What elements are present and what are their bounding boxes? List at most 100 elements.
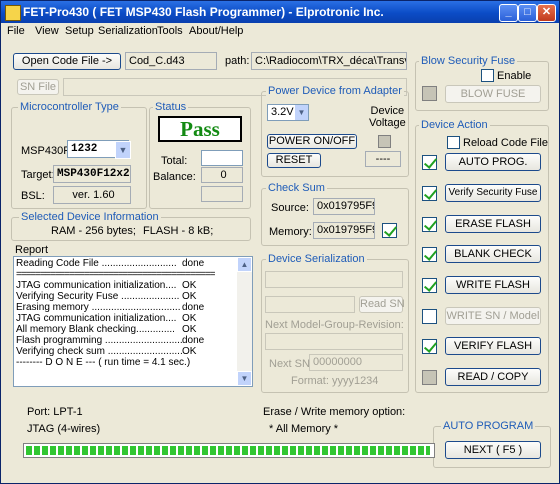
next-sn-field: 00000000: [309, 354, 403, 371]
microcontroller-group-title: Microcontroller Type: [18, 101, 121, 113]
verify-security-fuse-button[interactable]: Verify Security Fuse: [445, 184, 541, 202]
report-line-result: OK: [182, 280, 197, 291]
write-sn-model-checkbox[interactable]: [422, 309, 437, 324]
minimize-button[interactable]: _: [499, 4, 518, 22]
enable-fuse-checkbox[interactable]: [481, 69, 494, 82]
blank-check-checkbox[interactable]: [422, 247, 437, 262]
title-bar[interactable]: FET-Pro430 ( FET MSP430 Flash Programmer…: [1, 1, 559, 23]
progress-bar-fill: [26, 446, 430, 455]
power-group-title: Power Device from Adapter: [266, 85, 404, 97]
erase-option-value: * All Memory *: [269, 423, 339, 435]
maximize-button[interactable]: □: [518, 4, 537, 22]
report-title: Report: [15, 244, 49, 256]
report-line: Verifying check sum ....................…: [16, 346, 183, 357]
serialization-group-title: Device Serialization: [266, 253, 367, 265]
menu-setup[interactable]: Setup: [65, 25, 94, 37]
menu-bar: File View Setup Serialization Tools Abou…: [1, 23, 559, 41]
reset-button[interactable]: RESET: [267, 153, 321, 168]
report-line: JTAG communication initialization....: [16, 313, 177, 324]
scroll-down-icon[interactable]: ▼: [237, 371, 252, 386]
menu-serialization[interactable]: Serialization: [98, 25, 158, 37]
verify-flash-button[interactable]: VERIFY FLASH: [445, 337, 541, 355]
blow-fuse-group-title: Blow Security Fuse: [419, 55, 518, 67]
app-icon: [5, 5, 21, 21]
power-on-off-button[interactable]: POWER ON/OFF: [267, 134, 357, 149]
auto-prog-checkbox[interactable]: [422, 155, 437, 170]
checksum-memory-label: Memory:: [269, 226, 312, 238]
next-model-label: Next Model-Group-Revision:: [265, 319, 404, 331]
write-flash-checkbox[interactable]: [422, 278, 437, 293]
auto-prog-button[interactable]: AUTO PROG.: [445, 153, 541, 171]
total-label: Total:: [161, 155, 188, 167]
verify-security-fuse-checkbox[interactable]: [422, 186, 437, 201]
target-value: MSP430F12x2: [53, 165, 131, 183]
next-model-field: [265, 333, 403, 350]
menu-file[interactable]: File: [7, 25, 25, 37]
auto-program-title: AUTO PROGRAM: [441, 420, 536, 432]
bsl-value: ver. 1.60: [53, 186, 131, 204]
menu-about-help[interactable]: About/Help: [189, 25, 243, 37]
window-title: FET-Pro430 ( FET MSP430 Flash Programmer…: [23, 5, 384, 19]
serialization-field-2: [265, 296, 355, 313]
report-line: Reading Code File ......................…: [16, 258, 177, 269]
device-voltage-label: Device Voltage: [369, 105, 406, 129]
chevron-down-icon[interactable]: ▼: [115, 141, 131, 159]
report-line-result: OK: [182, 324, 197, 335]
erase-flash-button[interactable]: ERASE FLASH: [445, 215, 541, 233]
write-sn-model-button[interactable]: WRITE SN / Model: [445, 307, 541, 325]
report-line: Flash programming ......................…: [16, 335, 183, 346]
report-line-result: OK: [182, 291, 197, 302]
balance-label: Balance:: [153, 171, 196, 183]
reload-code-file-checkbox[interactable]: [447, 136, 460, 149]
write-flash-button[interactable]: WRITE FLASH: [445, 276, 541, 294]
open-code-file-button[interactable]: Open Code File ->: [13, 53, 121, 70]
verify-flash-checkbox[interactable]: [422, 339, 437, 354]
balance-value: 0: [201, 167, 243, 183]
report-line-result: OK: [182, 346, 197, 357]
report-line-result: done: [182, 302, 205, 313]
read-copy-checkbox[interactable]: [422, 370, 437, 385]
next-f5-button[interactable]: NEXT ( F5 ): [445, 441, 541, 459]
selected-device-title: Selected Device Information: [19, 211, 161, 223]
report-line: ========================================…: [16, 269, 215, 280]
blow-fuse-button[interactable]: BLOW FUSE: [445, 85, 541, 103]
blank-check-button[interactable]: BLANK CHECK: [445, 245, 541, 263]
device-voltage-value: ----: [365, 151, 401, 167]
checksum-source-value: 0x019795F9: [313, 198, 375, 215]
checksum-match-check-icon: [382, 223, 397, 238]
mcu-family-label: MSP430F-: [21, 145, 74, 157]
report-line-result: done: [182, 335, 205, 346]
scroll-up-icon[interactable]: ▲: [237, 257, 252, 272]
progress-bar: [23, 443, 435, 458]
status-extra-field: [201, 186, 243, 202]
sn-file-button[interactable]: SN File: [17, 79, 59, 95]
target-label: Target:: [21, 169, 55, 181]
read-sn-button[interactable]: Read SN: [359, 296, 405, 313]
erase-option-label: Erase / Write memory option:: [263, 406, 406, 418]
menu-tools[interactable]: Tools: [157, 25, 183, 37]
flash-info: FLASH - 8 kB;: [143, 225, 214, 237]
report-line: Erasing memory .........................…: [16, 302, 181, 313]
serial-format-label: Format: yyyy1234: [291, 375, 379, 387]
report-line: -------- D O N E --- ( run time = 4.1 se…: [16, 357, 191, 368]
erase-flash-checkbox[interactable]: [422, 217, 437, 232]
report-scrollbar[interactable]: ▲ ▼: [237, 257, 252, 386]
device-voltage-checkbox[interactable]: [378, 135, 391, 148]
checksum-source-label: Source:: [271, 202, 309, 214]
blow-fuse-status-checkbox[interactable]: [422, 86, 437, 101]
voltage-chevron-down-icon[interactable]: ▼: [295, 105, 308, 120]
report-line: JTAG communication initialization....: [16, 280, 177, 291]
close-button[interactable]: ✕: [537, 4, 556, 22]
pass-indicator: Pass: [158, 116, 242, 142]
bsl-label: BSL:: [21, 190, 45, 202]
port-label: Port: LPT-1: [27, 406, 83, 418]
report-log[interactable]: Reading Code File ......................…: [13, 256, 253, 387]
report-line: All memory Blank checking..............: [16, 324, 175, 335]
report-line-result: OK: [182, 313, 197, 324]
menu-view[interactable]: View: [35, 25, 59, 37]
status-group-title: Status: [153, 101, 189, 113]
read-copy-button[interactable]: READ / COPY: [445, 368, 541, 386]
next-sn-label: Next SN:: [269, 358, 314, 370]
device-action-group-title: Device Action: [419, 119, 490, 131]
checksum-memory-value: 0x019795F9: [313, 222, 375, 239]
